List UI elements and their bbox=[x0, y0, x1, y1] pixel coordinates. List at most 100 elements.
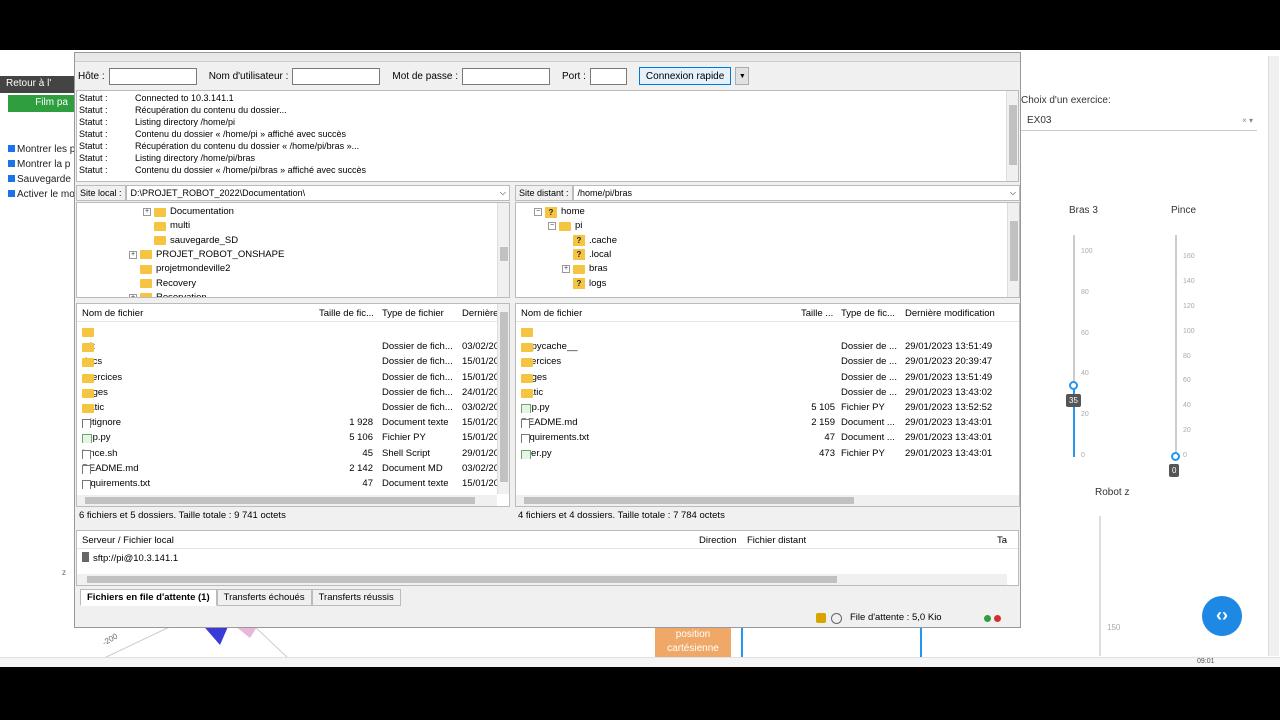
file-row[interactable]: static Dossier de ... 29/01/2023 13:43:02 bbox=[516, 385, 1019, 400]
file-row[interactable]: .git Dossier de fich... 03/02/20 bbox=[77, 339, 509, 354]
retour-button[interactable]: Retour à l' bbox=[0, 76, 74, 93]
log-scrollbar[interactable] bbox=[1006, 91, 1018, 181]
quickconnect-bar: Hôte : Nom d'utilisateur : Mot de passe … bbox=[75, 63, 1020, 89]
file-row[interactable]: static Dossier de fich... 03/02/20 bbox=[77, 400, 509, 415]
password-input[interactable] bbox=[462, 67, 550, 85]
file-row[interactable]: .. bbox=[516, 324, 1019, 339]
taskbar-time: 09:01 bbox=[1197, 658, 1215, 665]
remote-path-input[interactable]: /home/pi/bras ⌵ bbox=[572, 184, 1020, 201]
folder-icon bbox=[140, 250, 152, 260]
option-checkbox[interactable]: Montrer les p bbox=[8, 144, 75, 155]
host-input[interactable] bbox=[108, 67, 197, 85]
col-date[interactable]: Dernière bbox=[462, 308, 502, 319]
quickconnect-button[interactable]: Connexion rapide bbox=[638, 67, 732, 85]
file-row[interactable]: app.py 5 105 Fichier PY 29/01/2023 13:52:52 bbox=[516, 400, 1019, 415]
local-list-scrollbar[interactable] bbox=[497, 304, 509, 494]
tab-successful[interactable]: Transferts réussis bbox=[311, 589, 401, 606]
expand-icon[interactable]: − bbox=[534, 208, 542, 216]
remote-tree-scrollbar[interactable] bbox=[1007, 203, 1019, 297]
file-row[interactable]: requirements.txt 47 Document texte 15/01/20 bbox=[77, 476, 509, 491]
queue-col-server[interactable]: Serveur / Fichier local bbox=[82, 535, 174, 546]
robot-z-track[interactable] bbox=[1099, 516, 1101, 656]
option-checkbox[interactable]: Sauvegarde bbox=[8, 174, 71, 185]
tree-item[interactable]: + PROJET_ROBOT_ONSHAPE bbox=[129, 248, 284, 262]
file-row[interactable]: pages Dossier de ... 29/01/2023 13:51:49 bbox=[516, 370, 1019, 385]
tree-item[interactable]: ? .local bbox=[562, 248, 611, 262]
tree-item[interactable]: Recovery bbox=[129, 277, 196, 291]
expand-icon[interactable]: + bbox=[143, 208, 151, 216]
pince-slider-track[interactable] bbox=[1175, 235, 1177, 457]
pince-slider-knob[interactable] bbox=[1171, 452, 1180, 461]
file-row[interactable]: docs Dossier de fich... 15/01/20 bbox=[77, 354, 509, 369]
option-label: Montrer les p bbox=[17, 144, 76, 155]
file-row[interactable]: pages Dossier de fich... 24/01/20 bbox=[77, 385, 509, 400]
exercise-value: EX03 bbox=[1027, 115, 1052, 126]
file-date: 29/01/2023 13:52:52 bbox=[905, 402, 993, 413]
tab-failed[interactable]: Transferts échoués bbox=[216, 589, 312, 606]
expand-icon[interactable]: − bbox=[548, 222, 556, 231]
tree-item[interactable]: sauvegarde_SD bbox=[143, 234, 238, 248]
queue-col-direction[interactable]: Direction bbox=[699, 535, 737, 546]
option-checkbox[interactable]: Activer le mo bbox=[8, 189, 75, 200]
tab-queued[interactable]: Fichiers en file d'attente (1) bbox=[80, 589, 217, 606]
tree-item[interactable]: − pi bbox=[548, 219, 582, 233]
tree-item[interactable]: + Documentation bbox=[143, 205, 234, 219]
tree-item[interactable]: −? home bbox=[534, 205, 585, 219]
log-status: Statut : bbox=[79, 129, 108, 139]
tree-item[interactable]: + bras bbox=[562, 262, 607, 276]
col-name[interactable]: Nom de fichier bbox=[521, 308, 791, 319]
col-date[interactable]: Dernière modification bbox=[905, 308, 1015, 319]
expand-icon[interactable]: + bbox=[562, 265, 570, 274]
file-row[interactable]: README.md 2 159 Document ... 29/01/2023 13:… bbox=[516, 415, 1019, 430]
file-row[interactable]: __pycache__ Dossier de ... 29/01/2023 13:5… bbox=[516, 339, 1019, 354]
col-type[interactable]: Type de fichier bbox=[382, 308, 458, 319]
file-row[interactable]: app.py 5 106 Fichier PY 15/01/20 bbox=[77, 430, 509, 445]
slider-tick: 60 bbox=[1081, 329, 1089, 337]
file-row[interactable]: user.py 473 Fichier PY 29/01/2023 13:43:01 bbox=[516, 446, 1019, 461]
col-size[interactable]: Taille de fic... bbox=[319, 308, 379, 319]
remote-file-list: Nom de fichier Taille ... Type de fic...… bbox=[515, 303, 1020, 507]
expand-icon[interactable]: + bbox=[129, 293, 137, 297]
tree-item[interactable]: + Reservation bbox=[129, 291, 207, 297]
file-row[interactable]: lance.sh 45 Shell Script 29/01/20 bbox=[77, 446, 509, 461]
file-row[interactable]: README.md 2 142 Document MD 03/02/20 bbox=[77, 461, 509, 476]
bras3-slider-knob[interactable] bbox=[1069, 381, 1078, 390]
film-button[interactable]: Film pa bbox=[8, 95, 74, 112]
local-path-input[interactable]: D:\PROJET_ROBOT_2022\Documentation\ ⌵ bbox=[125, 184, 510, 201]
queue-row[interactable]: sftp://pi@10.3.141.1 bbox=[82, 552, 178, 564]
username-input[interactable] bbox=[292, 67, 381, 85]
expand-icon[interactable]: + bbox=[129, 250, 137, 259]
col-type[interactable]: Type de fic... bbox=[841, 308, 901, 319]
port-input[interactable] bbox=[589, 67, 627, 85]
remote-site-label: Site distant : bbox=[515, 184, 573, 201]
file-row[interactable]: requirements.txt 47 Document ... 29/01/2023… bbox=[516, 430, 1019, 445]
slider-tick: 100 bbox=[1183, 327, 1195, 335]
quickconnect-dropdown[interactable]: ▼ bbox=[735, 67, 750, 85]
col-size[interactable]: Taille ... bbox=[801, 308, 837, 319]
option-checkbox[interactable]: Montrer la p bbox=[8, 159, 70, 170]
queue-hscrollbar[interactable] bbox=[77, 574, 1007, 585]
tree-item[interactable]: multi bbox=[143, 219, 190, 233]
queue-col-size[interactable]: Ta bbox=[997, 535, 1007, 546]
queue-col-remote[interactable]: Fichier distant bbox=[747, 535, 806, 546]
file-row[interactable]: .. bbox=[77, 324, 509, 339]
right-scrollbar[interactable] bbox=[1268, 56, 1279, 656]
tree-item[interactable]: projetmondeville2 bbox=[129, 262, 230, 276]
file-row[interactable]: exercices Dossier de fich... 15/01/20 bbox=[77, 370, 509, 385]
file-name: pages bbox=[521, 372, 791, 383]
col-name[interactable]: Nom de fichier bbox=[82, 308, 312, 319]
remote-list-hscrollbar[interactable] bbox=[516, 495, 1019, 506]
file-row[interactable]: .gitignore 1 928 Document texte 15/01/20 bbox=[77, 415, 509, 430]
exercise-select[interactable]: EX03 × ▾ bbox=[1021, 111, 1257, 131]
local-tree-scrollbar[interactable] bbox=[497, 203, 509, 297]
file-date: 29/01/2023 13:51:49 bbox=[905, 341, 993, 353]
local-list-hscrollbar[interactable] bbox=[77, 495, 497, 506]
file-name: exercices bbox=[82, 372, 312, 383]
tree-item[interactable]: ? logs bbox=[562, 277, 606, 291]
position-cartesienne-button[interactable]: position cartésienne bbox=[655, 624, 731, 660]
file-row[interactable]: exercices Dossier de ... 29/01/2023 20:39:… bbox=[516, 354, 1019, 369]
log-status: Statut : bbox=[79, 117, 108, 127]
tree-item[interactable]: ? .cache bbox=[562, 234, 617, 248]
file-icon bbox=[521, 404, 531, 413]
code-fab-button[interactable]: ‹› bbox=[1202, 596, 1242, 636]
